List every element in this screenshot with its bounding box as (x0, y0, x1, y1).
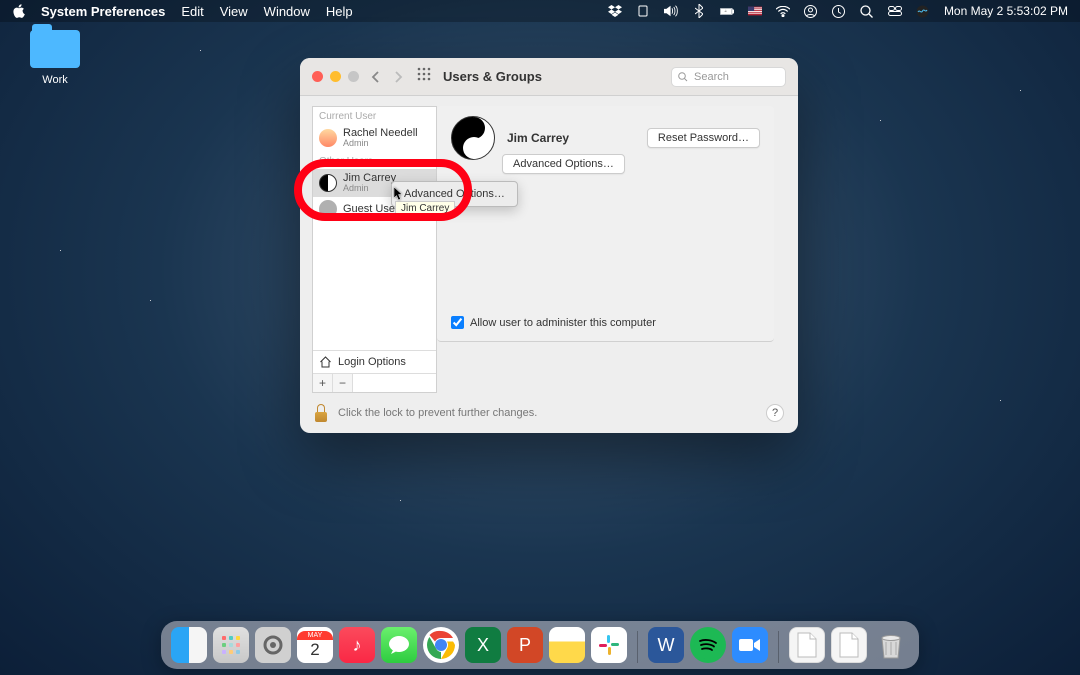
user-avatar-large[interactable] (451, 116, 495, 160)
other-users-header: Other Users (313, 152, 436, 169)
desktop-folder-label: Work (20, 74, 90, 86)
dropbox-icon[interactable] (608, 4, 622, 18)
user-row-rachel[interactable]: Rachel Needell Admin (313, 124, 436, 152)
control-center-icon[interactable] (888, 4, 902, 18)
menu-edit[interactable]: Edit (181, 4, 203, 19)
menubar-app[interactable]: System Preferences (41, 4, 165, 19)
minimize-button[interactable] (330, 71, 341, 82)
current-user-header: Current User (313, 107, 436, 124)
flag-icon[interactable] (748, 4, 762, 18)
dock-powerpoint[interactable]: P (507, 627, 543, 663)
dock-launchpad[interactable] (213, 627, 249, 663)
zoom-button (348, 71, 359, 82)
reset-password-button[interactable]: Reset Password… (647, 128, 760, 148)
avatar-icon (319, 174, 337, 192)
volume-icon[interactable] (664, 4, 678, 18)
calendar-month-label: MAY (297, 631, 333, 640)
dock-music[interactable]: ♪ (339, 627, 375, 663)
dock-system-preferences[interactable] (255, 627, 291, 663)
lock-text-label: Click the lock to prevent further change… (338, 407, 537, 419)
dock-trash[interactable] (873, 627, 909, 663)
user-role-label: Admin (343, 184, 396, 194)
dock-separator (778, 631, 779, 663)
dock-messages[interactable] (381, 627, 417, 663)
help-button[interactable]: ? (766, 404, 784, 422)
dock-word[interactable]: W (648, 627, 684, 663)
users-sidebar: Current User Rachel Needell Admin Other … (312, 106, 437, 393)
menubar: System Preferences Edit View Window Help… (0, 0, 1080, 22)
lock-button[interactable] (314, 404, 328, 422)
dock-notes[interactable] (549, 627, 585, 663)
login-options[interactable]: Login Options (313, 350, 436, 373)
context-menu-advanced-options[interactable]: Advanced Options… (392, 186, 517, 202)
menu-help[interactable]: Help (326, 4, 353, 19)
calendar-day-label: 2 (310, 640, 319, 660)
remove-user-button[interactable]: − (333, 374, 353, 392)
dock-calendar[interactable]: MAY2 (297, 627, 333, 663)
box-icon[interactable] (636, 4, 650, 18)
search-field[interactable]: Search (671, 67, 786, 87)
dock-document-1[interactable] (789, 627, 825, 663)
desktop: System Preferences Edit View Window Help… (0, 0, 1080, 675)
spotlight-icon[interactable] (860, 4, 874, 18)
window-title: Users & Groups (443, 69, 542, 84)
dock-slack[interactable] (591, 627, 627, 663)
add-user-button[interactable]: + (313, 374, 333, 392)
desktop-folder-work[interactable]: Work (20, 30, 90, 86)
users-groups-window: Users & Groups Search Current User Rache… (300, 58, 798, 433)
bluetooth-icon[interactable] (692, 4, 706, 18)
clock-icon[interactable] (832, 4, 846, 18)
menu-window[interactable]: Window (264, 4, 310, 19)
folder-icon (30, 30, 80, 68)
user-icon[interactable] (804, 4, 818, 18)
search-placeholder: Search (694, 71, 729, 83)
selected-user-name: Jim Carrey (507, 131, 569, 145)
advanced-options-button[interactable]: Advanced Options… (502, 154, 625, 174)
dock-zoom[interactable] (732, 627, 768, 663)
login-options-label: Login Options (338, 356, 406, 368)
wifi-icon[interactable] (776, 4, 790, 18)
back-button[interactable] (367, 68, 385, 86)
apple-logo-icon[interactable] (12, 4, 25, 18)
show-all-button[interactable] (417, 67, 431, 86)
close-button[interactable] (312, 71, 323, 82)
dock-spotify[interactable] (690, 627, 726, 663)
allow-admin-checkbox[interactable] (451, 316, 464, 329)
dock: MAY2 ♪ X P W (161, 621, 919, 669)
user-detail-panel: Jim Carrey Reset Password… Advanced Opti… (437, 106, 774, 342)
user-name-label: Guest User (343, 203, 399, 215)
dock-chrome[interactable] (423, 627, 459, 663)
dock-separator (637, 631, 638, 663)
allow-admin-label: Allow user to administer this computer (470, 317, 656, 329)
user-role-label: Admin (343, 139, 418, 149)
home-icon (319, 356, 332, 368)
menubar-datetime[interactable]: Mon May 2 5:53:02 PM (944, 4, 1068, 18)
titlebar: Users & Groups Search (300, 58, 798, 96)
avatar-icon (319, 200, 337, 218)
cursor-icon (394, 187, 404, 206)
battery-icon[interactable] (720, 4, 734, 18)
window-footer: Click the lock to prevent further change… (300, 393, 798, 433)
forward-button[interactable] (389, 68, 407, 86)
dock-document-2[interactable] (831, 627, 867, 663)
dock-excel[interactable]: X (465, 627, 501, 663)
menu-view[interactable]: View (220, 4, 248, 19)
avatar-icon (319, 129, 337, 147)
tooltip: Jim Carrey (395, 201, 455, 216)
siri-icon[interactable] (916, 4, 930, 18)
dock-finder[interactable] (171, 627, 207, 663)
